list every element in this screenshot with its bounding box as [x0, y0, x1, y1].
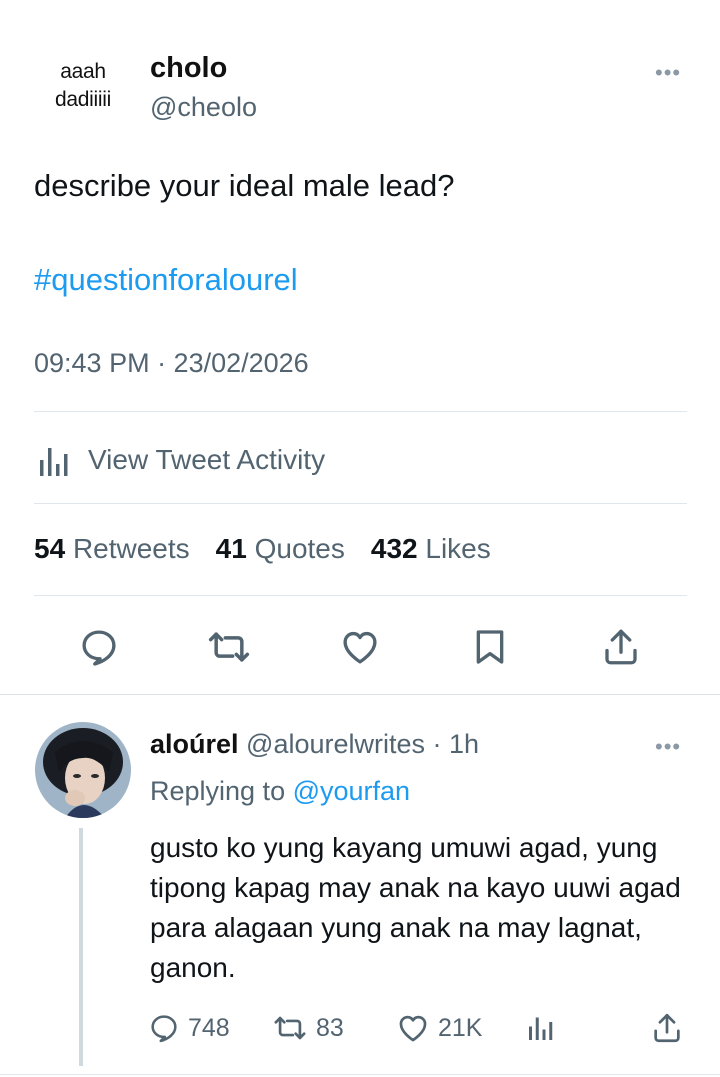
reply-handle[interactable]: @alourelwrites	[246, 729, 425, 759]
user-handle[interactable]: @cheolo	[150, 92, 257, 123]
activity-label: View Tweet Activity	[88, 444, 326, 475]
likes-stat[interactable]: 432 Likes	[371, 533, 491, 565]
divider	[34, 595, 687, 596]
reply-icon	[151, 1015, 177, 1043]
divider	[34, 503, 687, 504]
share-button[interactable]	[596, 622, 646, 672]
reply-header: aloúrel @alourelwrites · 1h	[150, 729, 479, 760]
divider	[34, 411, 687, 412]
reply-actions: 748 83 21K	[0, 1008, 720, 1048]
tweet-stats: 54 Retweets 41 Quotes 432 Likes	[34, 533, 517, 565]
replying-prefix: Replying to	[150, 776, 286, 806]
view-tweet-activity-button[interactable]: View Tweet Activity	[34, 440, 325, 480]
tweet-timestamp[interactable]: 09:43 PM · 23/02/2026	[34, 348, 309, 379]
analytics-icon	[529, 1017, 553, 1040]
reply-reply-button[interactable]: 748	[148, 1008, 230, 1048]
reply-icon	[82, 630, 116, 666]
reply-count: 748	[188, 1013, 230, 1042]
avatar[interactable]: aaah dadiiiii	[38, 58, 128, 114]
bookmark-icon	[476, 630, 504, 664]
reply-analytics-button[interactable]	[526, 1008, 564, 1048]
retweet-button[interactable]	[204, 622, 254, 672]
reply-retweet-button[interactable]: 83	[272, 1008, 344, 1048]
like-icon	[399, 1015, 427, 1042]
share-icon	[654, 1013, 680, 1043]
more-options-icon[interactable]: •••	[655, 60, 681, 86]
reply-more-options-icon[interactable]: •••	[655, 734, 681, 760]
like-count: 21K	[438, 1013, 483, 1042]
reply-avatar[interactable]	[35, 722, 131, 818]
share-icon	[605, 629, 637, 665]
analytics-icon	[40, 448, 68, 476]
like-button[interactable]	[335, 622, 385, 672]
hashtag-link[interactable]: #questionforalourel	[34, 262, 298, 298]
bookmark-button[interactable]	[465, 622, 515, 672]
profile-photo	[35, 722, 131, 818]
retweets-stat[interactable]: 54 Retweets	[34, 533, 190, 565]
like-icon	[343, 631, 377, 664]
divider	[0, 1074, 720, 1075]
reply-share-button[interactable]	[650, 1008, 692, 1048]
mention-link[interactable]: @yourfan	[293, 776, 410, 806]
retweet-icon	[274, 1016, 306, 1040]
tweet-actions	[0, 622, 720, 672]
retweet-icon	[208, 632, 250, 662]
reply-text: gusto ko yung kayang umuwi agad, yung ti…	[150, 832, 681, 983]
tweet-text: describe your ideal male lead?	[34, 168, 455, 203]
display-name[interactable]: cholo	[150, 52, 227, 85]
quotes-stat[interactable]: 41 Quotes	[216, 533, 345, 565]
replying-to: Replying to @yourfan	[150, 776, 410, 807]
reply-time: · 1h	[432, 729, 480, 759]
reply-button[interactable]	[74, 622, 124, 672]
retweet-count: 83	[316, 1013, 344, 1042]
reply-like-button[interactable]: 21K	[396, 1008, 482, 1048]
main-tweet: aaah dadiiiii cholo @cheolo ••• describe…	[0, 0, 720, 695]
reply-display-name[interactable]: aloúrel	[150, 729, 239, 759]
